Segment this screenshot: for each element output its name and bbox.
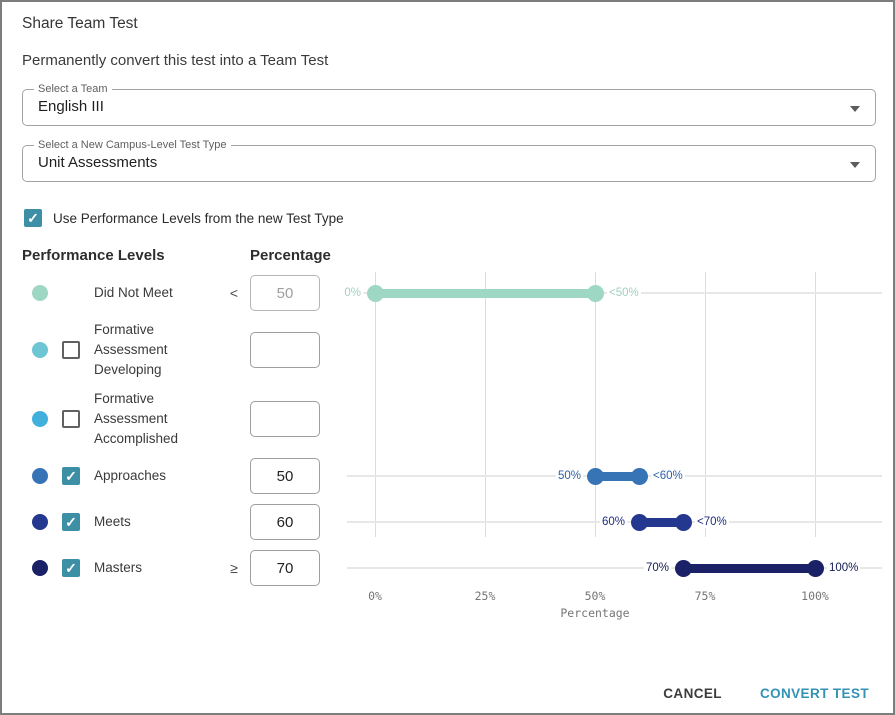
use-performance-levels-label: Use Performance Levels from the new Test… — [53, 211, 344, 226]
checkmark-icon: ✓ — [65, 561, 77, 575]
level-checkbox[interactable]: ✓ — [62, 559, 80, 577]
range-endpoint-dot — [631, 514, 648, 531]
level-name: Did Not Meet — [94, 283, 202, 303]
percentage-input[interactable] — [250, 275, 320, 311]
chart-gridline — [375, 272, 376, 537]
x-axis-title: Percentage — [535, 606, 655, 620]
level-color-dot — [32, 468, 48, 484]
performance-levels-section: Performance Levels Percentage Did Not Me… — [22, 242, 882, 642]
range-endpoint-dot — [675, 560, 692, 577]
level-color-dot — [32, 560, 48, 576]
level-checkbox[interactable] — [62, 410, 80, 428]
range-endpoint-dot — [587, 468, 604, 485]
range-bar — [683, 564, 815, 573]
level-row: Formative Assessment Developing — [22, 316, 342, 384]
team-select-label: Select a Team — [34, 83, 112, 95]
chart-gridline — [595, 272, 596, 537]
dropdown-arrow-icon — [850, 106, 860, 112]
convert-test-button[interactable]: CONVERT TEST — [748, 678, 881, 709]
range-endpoint-dot — [367, 285, 384, 302]
test-type-select-label: Select a New Campus-Level Test Type — [34, 139, 231, 151]
percentage-input[interactable] — [250, 401, 320, 437]
comparator-symbol: ≥ — [222, 560, 246, 576]
range-from-label: 50% — [556, 470, 583, 482]
range-endpoint-dot — [807, 560, 824, 577]
range-bar — [375, 289, 595, 298]
comparator-symbol: < — [222, 285, 246, 301]
x-tick-label: 100% — [791, 589, 839, 603]
level-name: Approaches — [94, 466, 202, 486]
team-select[interactable]: Select a Team English III — [22, 89, 876, 126]
share-team-test-dialog: Share Team Test Permanently convert this… — [0, 0, 895, 715]
range-from-label: 60% — [600, 516, 627, 528]
x-tick-label: 25% — [461, 589, 509, 603]
level-checkbox[interactable]: ✓ — [62, 467, 80, 485]
cancel-button[interactable]: CANCEL — [651, 678, 734, 709]
levels-chart: 0%25%50%75%100%Percentage0%<50%50%<60%60… — [347, 242, 882, 627]
range-to-label: 100% — [827, 562, 860, 574]
level-row: ✓ Masters ≥ — [22, 534, 342, 602]
level-checkbox[interactable] — [62, 341, 80, 359]
range-from-label: 70% — [644, 562, 671, 574]
test-type-select[interactable]: Select a New Campus-Level Test Type Unit… — [22, 145, 876, 182]
team-select-value: English III — [38, 98, 104, 115]
x-tick-label: 75% — [681, 589, 729, 603]
range-from-label: 0% — [342, 287, 363, 299]
dialog-subtitle: Permanently convert this test into a Tea… — [22, 52, 328, 69]
test-type-select-value: Unit Assessments — [38, 154, 157, 171]
chart-gridline — [815, 272, 816, 537]
level-checkbox[interactable]: ✓ — [62, 513, 80, 531]
level-name: Meets — [94, 512, 202, 532]
dialog-actions: CANCEL CONVERT TEST — [651, 678, 881, 709]
percentage-input[interactable] — [250, 550, 320, 586]
chart-gridline — [485, 272, 486, 537]
level-color-dot — [32, 342, 48, 358]
level-color-dot — [32, 411, 48, 427]
level-name: Formative Assessment Accomplished — [94, 389, 202, 449]
range-to-label: <70% — [695, 516, 729, 528]
use-performance-levels-checkbox[interactable]: ✓ — [24, 209, 42, 227]
checkmark-icon: ✓ — [65, 469, 77, 483]
range-endpoint-dot — [675, 514, 692, 531]
range-endpoint-dot — [631, 468, 648, 485]
range-to-label: <60% — [651, 470, 685, 482]
level-name: Masters — [94, 558, 202, 578]
x-tick-label: 0% — [351, 589, 399, 603]
range-endpoint-dot — [587, 285, 604, 302]
checkmark-icon: ✓ — [27, 211, 39, 225]
range-to-label: <50% — [607, 287, 641, 299]
percentage-input[interactable] — [250, 332, 320, 368]
x-tick-label: 50% — [571, 589, 619, 603]
dialog-title: Share Team Test — [22, 15, 138, 33]
level-color-dot — [32, 514, 48, 530]
level-color-dot — [32, 285, 48, 301]
dropdown-arrow-icon — [850, 162, 860, 168]
level-name: Formative Assessment Developing — [94, 320, 202, 380]
use-performance-levels-row: ✓ Use Performance Levels from the new Te… — [24, 209, 344, 227]
chart-gridline — [705, 272, 706, 537]
checkmark-icon: ✓ — [65, 515, 77, 529]
